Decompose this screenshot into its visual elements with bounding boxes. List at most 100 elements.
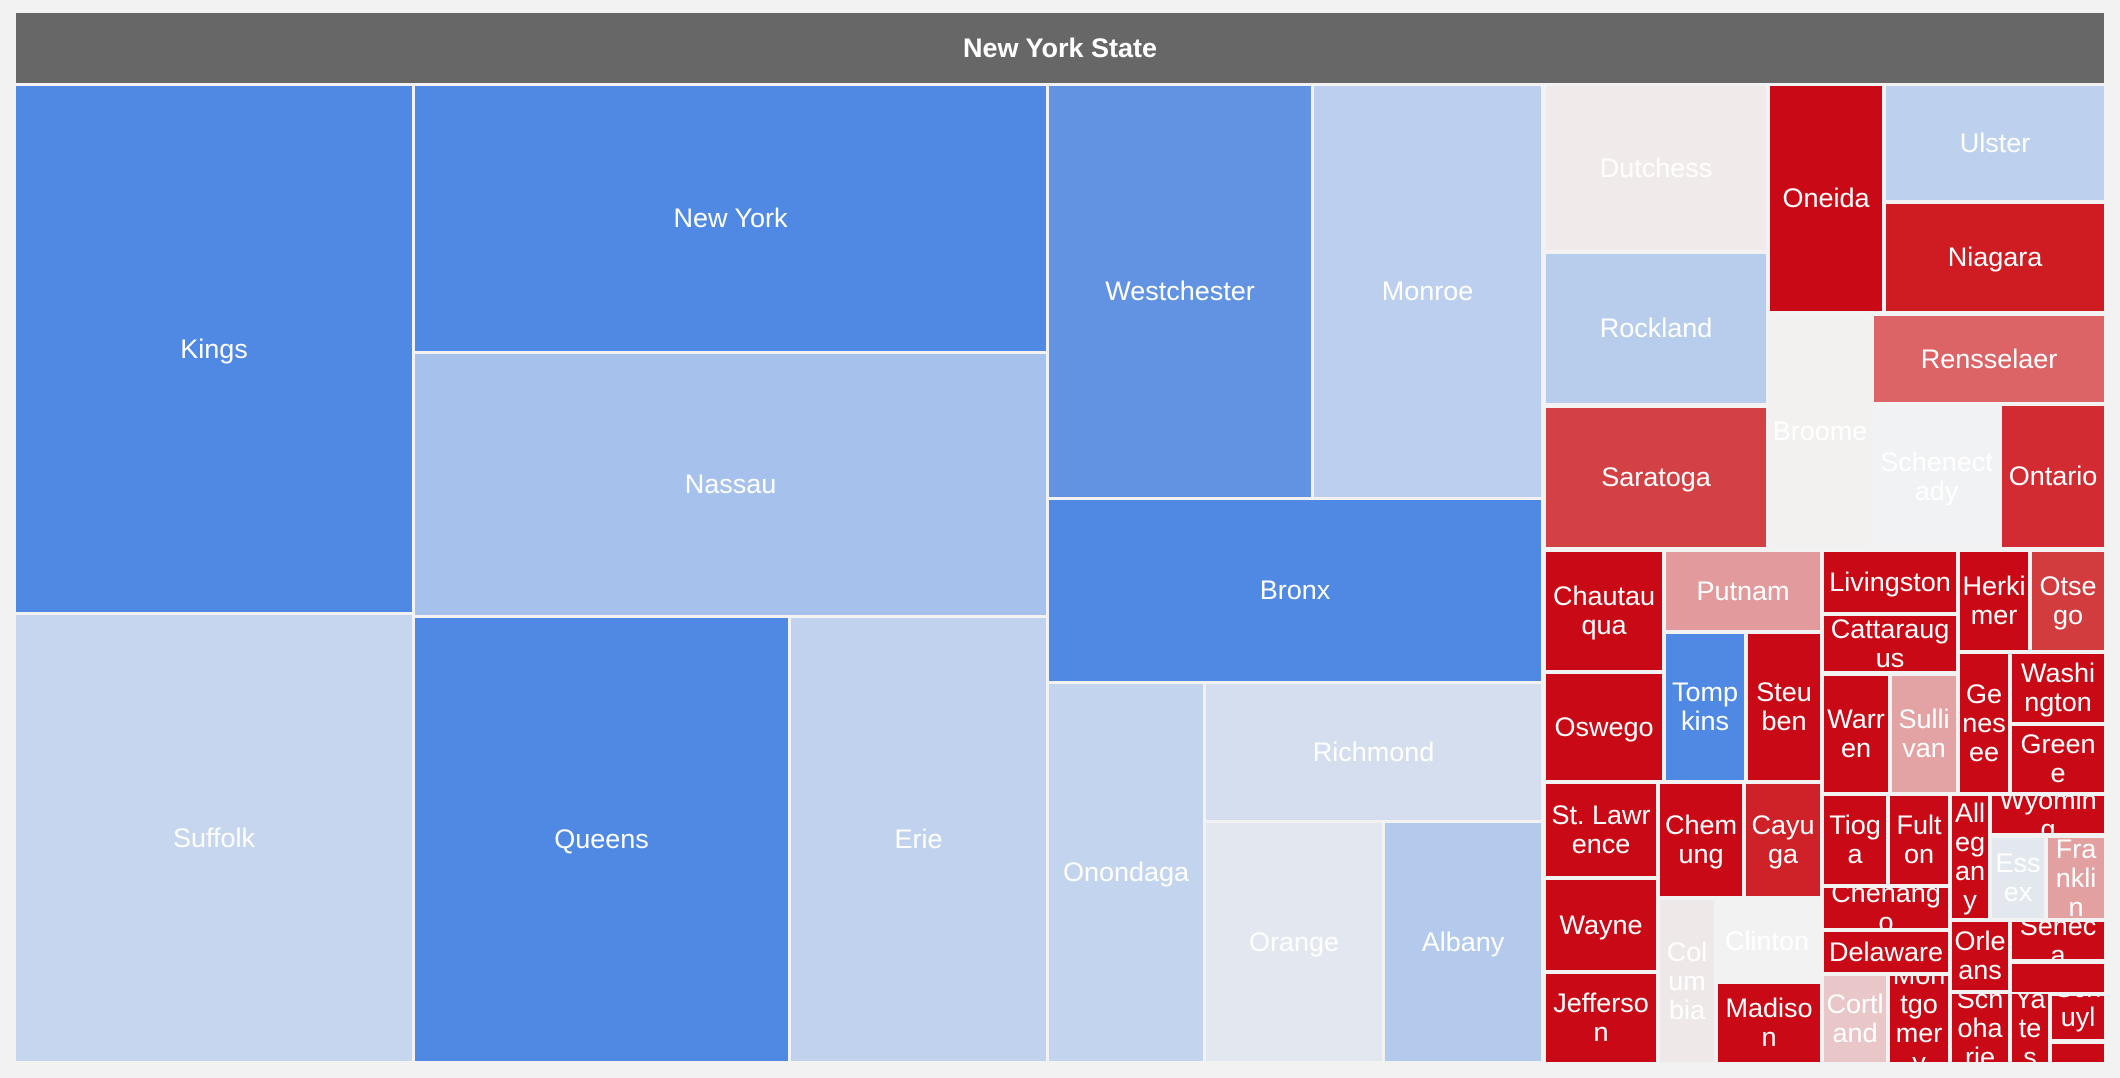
treemap-cell-cattaraugus[interactable]: Cattaraugus xyxy=(1824,616,1956,671)
treemap-cell-label: Schenectady xyxy=(1880,446,1993,506)
treemap-cell-new-york[interactable]: New York xyxy=(415,86,1046,351)
treemap-cell-label: Clinton xyxy=(1724,925,1810,956)
treemap-cell-niagara[interactable]: Niagara xyxy=(1886,204,2104,311)
treemap-cell-saratoga[interactable]: Saratoga xyxy=(1546,408,1766,547)
treemap-cell-rockland[interactable]: Rockland xyxy=(1546,254,1766,403)
treemap-cell-label: Wyoming xyxy=(1999,796,2097,833)
treemap-cell-label: Franklin xyxy=(2055,838,2097,918)
treemap-cell-kings[interactable]: Kings xyxy=(16,86,412,612)
treemap-cell-cortland[interactable]: Cortland xyxy=(1824,976,1886,1062)
treemap-cell-queens[interactable]: Queens xyxy=(415,618,788,1061)
treemap-cell-label: Saratoga xyxy=(1601,462,1711,492)
treemap-cell-westchester[interactable]: Westchester xyxy=(1049,86,1311,497)
treemap-cell-otsego[interactable]: Otsego xyxy=(2032,552,2104,650)
treemap-cell-herkimer[interactable]: Herkimer xyxy=(1960,552,2028,650)
treemap-cell-ulster[interactable]: Ulster xyxy=(1886,86,2104,200)
treemap-cell-label: Essex xyxy=(1995,848,2041,907)
treemap-cell-allegany[interactable]: Allegany xyxy=(1952,796,1988,918)
treemap-cell-label: Monroe xyxy=(1381,276,1474,306)
treemap-cell-tompkins[interactable]: Tompkins xyxy=(1666,634,1744,780)
treemap-cell-label: Washington xyxy=(2020,658,2095,717)
treemap-cell-oneida[interactable]: Oneida xyxy=(1770,86,1882,311)
treemap-cell-label: Ulster xyxy=(1959,127,2031,158)
treemap-cell-dutchess[interactable]: Dutchess xyxy=(1546,86,1766,250)
treemap-cell-label: Steuben xyxy=(1756,677,1812,736)
treemap-cell-label: Columbia xyxy=(1666,936,1708,1025)
treemap-cell-montgomery[interactable]: Montgomery xyxy=(1890,976,1948,1062)
treemap-cell-label: Allegany xyxy=(1954,798,1986,915)
treemap-cell-essex[interactable]: Essex xyxy=(1992,838,2044,918)
treemap-cell-label: Montgomery xyxy=(1893,976,1946,1062)
treemap-cell-madison[interactable]: Madison xyxy=(1718,984,1820,1062)
treemap-cell-label: Suffolk xyxy=(172,822,256,853)
treemap-cell-st-lawrence[interactable]: St. Lawrence xyxy=(1546,784,1656,876)
treemap-cell-label: Tompkins xyxy=(1671,677,1739,736)
treemap-cell-fulton[interactable]: Fulton xyxy=(1890,796,1948,884)
treemap-cell-livingston[interactable]: Livingston xyxy=(1824,552,1956,612)
treemap-cell-clinton[interactable]: Clinton xyxy=(1714,900,1820,982)
treemap-cell-label: Chenango xyxy=(1831,888,1941,928)
treemap-cell-label: Chautauqua xyxy=(1552,581,1656,640)
treemap-cell-richmond[interactable]: Richmond xyxy=(1206,684,1541,820)
treemap-cell-wayne[interactable]: Wayne xyxy=(1546,880,1656,970)
treemap-cell-orleans[interactable]: Orleans xyxy=(1952,922,2008,990)
treemap-cell-label: Genesee xyxy=(1962,678,2006,767)
treemap-cell-label: Rensselaer xyxy=(1920,343,2058,374)
treemap-cell-monroe[interactable]: Monroe xyxy=(1314,86,1541,497)
treemap-cell-label: Fulton xyxy=(1896,810,1942,869)
treemap-cell-orange[interactable]: Orange xyxy=(1206,823,1382,1061)
treemap-cell-label: Richmond xyxy=(1312,736,1435,767)
treemap-cell-label: Rockland xyxy=(1599,313,1713,343)
treemap-cell-chemung[interactable]: Chemung xyxy=(1660,784,1742,896)
treemap-cell-bronx[interactable]: Bronx xyxy=(1049,500,1541,681)
treemap-cell-albany[interactable]: Albany xyxy=(1385,823,1541,1061)
treemap-cell-schuyler[interactable]: Schuyler xyxy=(2052,996,2104,1039)
treemap-cell-label: Delaware xyxy=(1828,936,1944,967)
treemap-cell-delaware[interactable]: Delaware xyxy=(1824,932,1948,972)
treemap-cell-columbia[interactable]: Columbia xyxy=(1660,900,1714,1062)
treemap-cell-schenectady[interactable]: Schenectady xyxy=(1874,406,1999,547)
treemap-cell-unlabeled[interactable] xyxy=(2052,1044,2104,1062)
treemap-cell-label: Otsego xyxy=(2039,571,2097,630)
treemap-cell-broome[interactable]: Broome xyxy=(1770,316,1870,547)
treemap-cell-ontario[interactable]: Ontario xyxy=(2002,406,2104,547)
treemap-cell-label: Broome xyxy=(1772,416,1868,446)
treemap-cell-jefferson[interactable]: Jefferson xyxy=(1546,974,1656,1062)
treemap-cell-yates[interactable]: Yates xyxy=(2012,994,2048,1062)
treemap-cell-label: Greene xyxy=(2020,729,2096,788)
treemap-cell-label: Dutchess xyxy=(1599,152,1713,183)
treemap-cell-schoharie[interactable]: Schoharie xyxy=(1952,994,2008,1062)
treemap-cell-oswego[interactable]: Oswego xyxy=(1546,674,1662,780)
treemap-cell-chautauqua[interactable]: Chautauqua xyxy=(1546,552,1662,670)
treemap-cell-label: Schuyler xyxy=(2055,996,2102,1039)
treemap-cell-franklin[interactable]: Franklin xyxy=(2048,838,2104,918)
treemap-cell-washington[interactable]: Washington xyxy=(2012,654,2104,722)
treemap-cell-label: Seneca xyxy=(2019,922,2097,959)
treemap-cell-tioga[interactable]: Tioga xyxy=(1824,796,1886,884)
treemap-cell-suffolk[interactable]: Suffolk xyxy=(16,615,412,1061)
treemap-cell-greene[interactable]: Greene xyxy=(2012,726,2104,792)
treemap-cell-label: Cortland xyxy=(1826,989,1884,1048)
treemap-cell-wyoming[interactable]: Wyoming xyxy=(1992,796,2104,833)
treemap-cell-label: Schoharie xyxy=(1956,994,2004,1062)
treemap-cell-putnam[interactable]: Putnam xyxy=(1666,552,1820,630)
treemap-cell-rensselaer[interactable]: Rensselaer xyxy=(1874,316,2104,402)
treemap-cell-warren[interactable]: Warren xyxy=(1824,676,1888,792)
treemap-cell-nassau[interactable]: Nassau xyxy=(415,354,1046,615)
treemap-cell-label: St. Lawrence xyxy=(1551,800,1651,859)
treemap-cell-chenango[interactable]: Chenango xyxy=(1824,888,1948,928)
treemap-cell-seneca[interactable]: Seneca xyxy=(2012,922,2104,959)
treemap-cell-label: Chemung xyxy=(1664,810,1738,869)
treemap-cell-onondaga[interactable]: Onondaga xyxy=(1049,684,1203,1061)
treemap-cell-steuben[interactable]: Steuben xyxy=(1748,634,1820,780)
treemap: Kings Suffolk New York Nassau Queens Erie West… xyxy=(0,0,2120,1078)
treemap-cell-cayuga[interactable]: Cayuga xyxy=(1746,784,1820,896)
treemap-cell-genesee[interactable]: Genesee xyxy=(1960,654,2008,792)
treemap-cell-label: Nassau xyxy=(684,469,777,499)
treemap-cell-unlabeled[interactable] xyxy=(2012,964,2104,992)
treemap-cell-sullivan[interactable]: Sullivan xyxy=(1892,676,1956,792)
treemap-cell-erie[interactable]: Erie xyxy=(791,618,1046,1061)
treemap-cell-label: Oneida xyxy=(1782,183,1870,213)
treemap-cell-label: Jefferson xyxy=(1553,988,1649,1047)
treemap-cell-label: Putnam xyxy=(1696,575,1790,606)
